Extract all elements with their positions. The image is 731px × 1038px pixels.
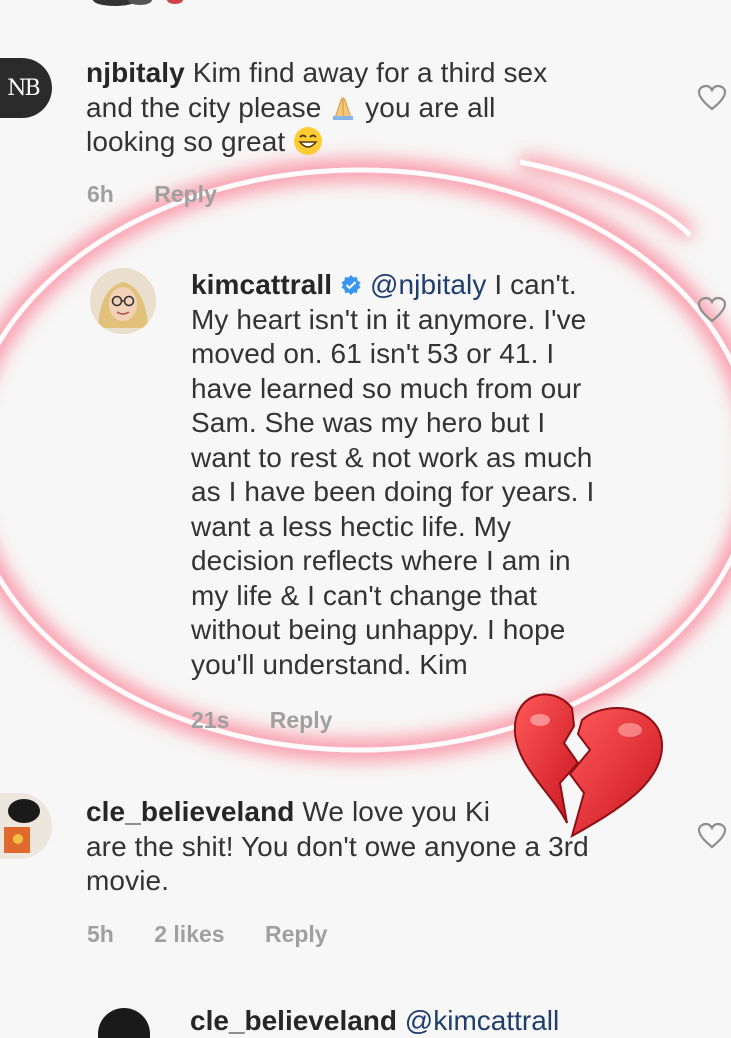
avatar-kimcattrall[interactable] (90, 268, 156, 334)
comment-time: 21s (191, 707, 230, 733)
comment-line: have learned so much from our (191, 372, 582, 404)
broken-heart-emoji (513, 693, 664, 838)
partial-avatar (98, 1008, 150, 1038)
comment-line: moved on. 61 isn't 53 or 41. I (191, 338, 555, 369)
comment-line: decision reflects where I am in (191, 545, 571, 576)
mention-link[interactable]: @njbitaly (370, 269, 486, 300)
username-link[interactable]: njbitaly (86, 57, 185, 88)
comment-line: you are all (365, 91, 496, 123)
comment-line: want to rest & not work as much (191, 441, 593, 473)
comment-line: We love you Ki (302, 796, 491, 827)
comment-meta: 21s Reply (191, 707, 366, 734)
avatar-njbitaly[interactable]: NB (0, 58, 52, 118)
reply-link[interactable]: Reply (154, 181, 217, 207)
avatar-text: NB (7, 75, 40, 101)
mention-link[interactable]: @kimcattrall (405, 1005, 559, 1036)
comment-meta: 6h Reply (87, 181, 251, 208)
cut-off-previous-row (93, 0, 183, 6)
comment-time: 5h (87, 921, 114, 947)
heart-outline-icon[interactable] (697, 84, 727, 112)
grinning-emoji (293, 126, 323, 156)
comment-line: movie. (86, 865, 170, 896)
folded-hands-emoji (329, 94, 357, 120)
comment-line: looking so great (86, 126, 286, 157)
comment-line: want a less hectic life. My (191, 510, 512, 542)
comment-line: my life & I can't change that (191, 579, 537, 611)
comment-line: My heart isn't in it anymore. I've (191, 303, 587, 335)
avatar-photo (90, 268, 156, 334)
comment-line: Kim find away for a third sex (192, 57, 548, 88)
comment-line: I can't. (494, 269, 577, 300)
comment-line: and the city please (86, 91, 322, 123)
likes-count[interactable]: 2 likes (154, 921, 224, 947)
reply-link[interactable]: Reply (265, 921, 328, 947)
verified-badge-icon (340, 270, 362, 295)
comment-line: Sam. She was my hero but I (191, 407, 546, 438)
username-link[interactable]: cle_believeland (86, 796, 295, 827)
partial-comment: cle_believeland @kimcattrall (190, 1006, 559, 1036)
comment-line: as I have been doing for years. I (191, 476, 595, 507)
comment-njbitaly: njbitaly Kim find away for a third sex a… (86, 56, 646, 160)
comment-time: 6h (87, 181, 114, 207)
comment-meta: 5h 2 likes Reply (87, 921, 362, 948)
username-link[interactable]: kimcattrall (191, 269, 332, 300)
username-link[interactable]: cle_believeland (190, 1005, 397, 1036)
heart-outline-icon[interactable] (697, 296, 727, 324)
comment-line: without being unhappy. I hope (191, 614, 566, 645)
heart-outline-icon[interactable] (697, 822, 727, 850)
comment-line: you'll understand. Kim (191, 648, 468, 680)
comment-kimcattrall: kimcattrall @njbitaly I can't. My heart … (191, 268, 671, 682)
reply-link[interactable]: Reply (270, 707, 333, 733)
